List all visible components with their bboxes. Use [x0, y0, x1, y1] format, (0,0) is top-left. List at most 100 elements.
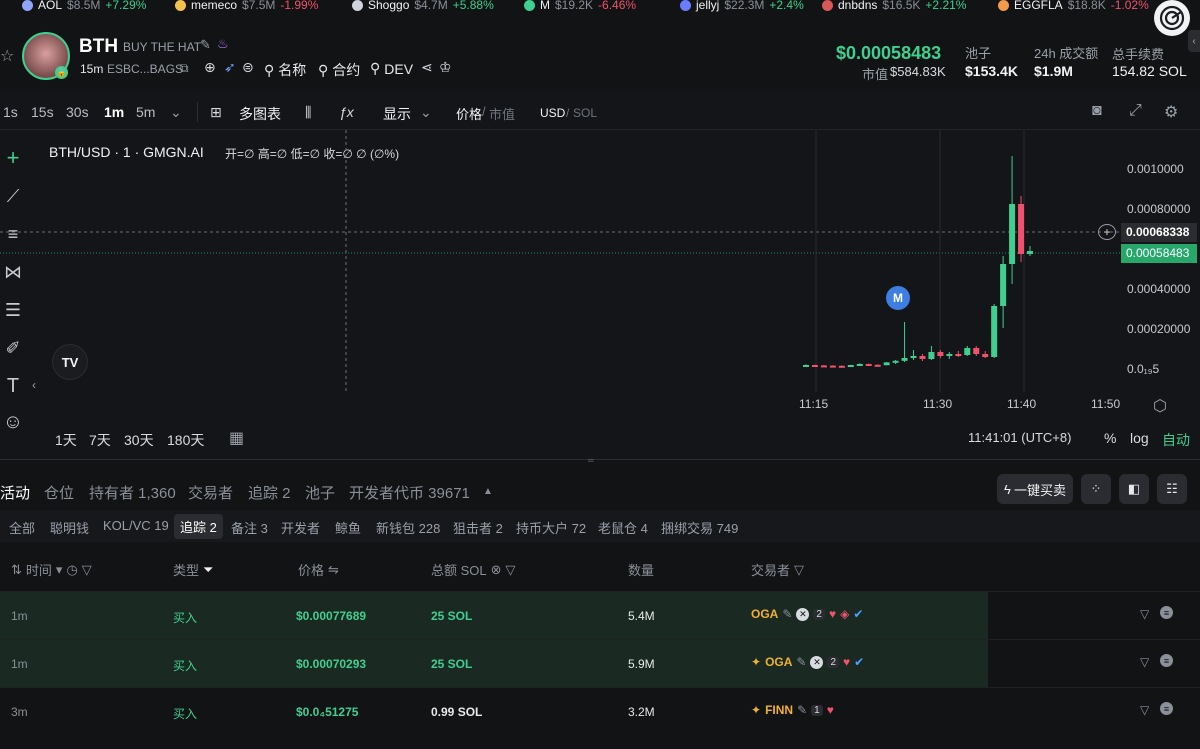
bubble-icon[interactable]: ⁘ — [1081, 474, 1111, 504]
crown-icon[interactable]: ♔ — [439, 59, 452, 76]
log-toggle[interactable]: log — [1130, 430, 1149, 446]
chevron-down-icon[interactable]: ⌄ — [170, 104, 182, 121]
trader-cell[interactable]: OGA ✎ ✕ 2 ♥ ◈ ✔ — [751, 607, 863, 621]
ticker-item[interactable]: M $19.2K -6.46% — [524, 0, 636, 12]
subtab-kol[interactable]: KOL/VC 19 — [103, 518, 169, 533]
x-social-icon[interactable]: ✕ — [796, 607, 810, 621]
total-header[interactable]: 总额 SOL ⊗ ▽ — [431, 560, 516, 579]
display-button[interactable]: 显示 — [383, 104, 411, 124]
edit-icon[interactable]: ✎ — [200, 37, 211, 53]
quick-buy-button[interactable]: ϟ 一键买卖 — [997, 474, 1073, 504]
share-icon[interactable]: ⋖ — [421, 59, 433, 76]
filter-icon[interactable]: ▽ — [82, 562, 92, 578]
interval-15s[interactable]: 15s — [31, 104, 54, 120]
swap-icon[interactable]: ⇋ — [328, 562, 339, 578]
ticker-item[interactable]: Shoggo $4.7M +5.88% — [352, 0, 494, 12]
subtab-tracking[interactable]: 追踪 2 — [174, 514, 223, 539]
range-1d[interactable]: 1天 — [55, 430, 77, 450]
time-header[interactable]: ⇅ 时间 ▾ ◷ ▽ — [11, 560, 92, 579]
settings-icon[interactable]: ⚙ — [1164, 102, 1178, 122]
multi-chart-button[interactable]: 多图表 — [239, 104, 281, 124]
search-contract-link[interactable]: ⚲ 合约 — [318, 60, 360, 80]
trader-name[interactable]: OGA — [751, 607, 778, 621]
feather-icon[interactable]: ➶ — [224, 59, 236, 76]
tab-activity[interactable]: 活动 — [0, 482, 30, 503]
tab-tracking[interactable]: 追踪 2 — [248, 482, 291, 503]
filter-icon[interactable]: ▽ — [794, 562, 804, 578]
search-name-link[interactable]: ⚲ 名称 — [264, 60, 306, 80]
edit-icon[interactable]: ✎ — [797, 703, 807, 717]
edit-icon[interactable]: ✎ — [782, 607, 792, 621]
subtab-notes[interactable]: 备注 3 — [231, 518, 268, 537]
table-row[interactable]: 3m 买入 $0.0₄51275 0.99 SOL 3.2M ✦ FINN ✎ 1 ♥ ▽ ≡ — [0, 687, 1200, 735]
x-social-icon[interactable]: ✕ — [810, 655, 824, 669]
trader-cell[interactable]: ✦ OGA ✎ ✕ 2 ♥ ✔ — [751, 655, 864, 669]
camera-icon[interactable]: ◙ — [1092, 102, 1102, 120]
emoji-icon[interactable]: ☺ — [0, 408, 26, 436]
more-icon[interactable]: ≡ — [1160, 606, 1173, 619]
favorite-star-icon[interactable]: ☆ — [0, 46, 14, 66]
type-header[interactable]: 类型 ⏷ — [173, 560, 213, 579]
table-row[interactable]: 1m 买入 $0.00070293 25 SOL 5.9M ✦ OGA ✎ ✕ 2 ♥ ✔ ▽ ≡ — [0, 639, 1200, 687]
auto-toggle[interactable]: 自动 — [1162, 430, 1190, 450]
filter-icon[interactable]: ▽ — [1140, 607, 1149, 621]
currency-icon[interactable]: ⊗ — [491, 562, 502, 578]
candlestick-chart[interactable] — [0, 130, 1120, 392]
chevron-up-icon[interactable]: ▲ — [483, 486, 493, 497]
interval-1s[interactable]: 1s — [3, 104, 18, 120]
chevron-down-icon[interactable]: ⌄ — [420, 104, 432, 121]
filter-icon[interactable]: ⏷ — [203, 562, 213, 578]
ticker-item[interactable]: jellyj $22.3M +2.4% — [680, 0, 804, 12]
subtab-all[interactable]: 全部 — [9, 518, 35, 537]
edit-icon[interactable]: ✎ — [796, 655, 806, 669]
filter-icon[interactable]: ▽ — [1140, 655, 1149, 669]
more-icon[interactable]: ≡ — [1160, 702, 1173, 715]
interval-30s[interactable]: 30s — [66, 104, 89, 120]
subtab-bundles[interactable]: 捆绑交易 749 — [661, 518, 738, 537]
copy-icon[interactable]: ⧉ — [180, 61, 189, 76]
ticker-item[interactable]: dnbdns $16.5K +2.21% — [822, 0, 966, 12]
add-chart-icon[interactable]: ⊞ — [210, 104, 222, 121]
resize-handle[interactable]: ═ — [588, 456, 594, 465]
search-dev-link[interactable]: ⚲ DEV — [370, 60, 413, 77]
filter-icon[interactable]: ▽ — [1140, 703, 1149, 717]
fullscreen-icon[interactable]: ⤢ — [1129, 102, 1142, 120]
trader-cell[interactable]: ✦ FINN ✎ 1 ♥ — [751, 703, 834, 717]
subtab-insiders[interactable]: 老鼠仓 4 — [598, 518, 648, 537]
percent-toggle[interactable]: % — [1104, 430, 1116, 446]
usd-toggle[interactable]: USD — [540, 106, 565, 120]
range-30d[interactable]: 30天 — [124, 430, 154, 450]
tab-dev-tokens[interactable]: 开发者代币 39671 — [349, 482, 470, 503]
price-header[interactable]: 价格 ⇋ — [298, 560, 339, 579]
sol-toggle[interactable]: SOL — [573, 106, 597, 120]
axis-settings-icon[interactable]: ⬡ — [1153, 396, 1167, 416]
list-settings-icon[interactable]: ☷ — [1157, 474, 1187, 504]
indicators-icon[interactable]: ƒx — [339, 104, 354, 120]
subtab-dev[interactable]: 开发者 — [281, 518, 320, 537]
add-alert-icon[interactable]: + — [1098, 224, 1116, 240]
subtab-snipers[interactable]: 狙击者 2 — [453, 518, 503, 537]
dev-marker[interactable]: M — [886, 286, 910, 310]
interval-1m[interactable]: 1m — [104, 104, 124, 120]
price-toggle[interactable]: 价格 — [456, 104, 482, 123]
menu-circle-icon[interactable]: ⊜ — [242, 59, 254, 76]
tab-traders[interactable]: 交易者 — [188, 482, 233, 503]
table-row[interactable]: 1m 买入 $0.00077689 25 SOL 5.4M OGA ✎ ✕ 2 ♥ ◈ ✔ ▽ ≡ — [0, 591, 1200, 639]
trader-header[interactable]: 交易者 ▽ — [751, 560, 804, 579]
tab-positions[interactable]: 仓位 — [44, 482, 74, 503]
range-180d[interactable]: 180天 — [167, 430, 204, 450]
mcap-toggle[interactable]: 市值 — [489, 104, 515, 123]
subtab-new-wallets[interactable]: 新钱包 228 — [376, 518, 440, 537]
trader-name[interactable]: FINN — [765, 703, 793, 717]
interval-5m[interactable]: 5m — [136, 104, 155, 120]
globe-icon[interactable]: ⊕ — [204, 59, 216, 76]
tradingview-logo[interactable]: TV — [52, 344, 88, 380]
calendar-icon[interactable]: ▦ — [229, 428, 244, 448]
trader-name[interactable]: OGA — [765, 655, 792, 669]
tab-pool[interactable]: 池子 — [305, 482, 335, 503]
more-icon[interactable]: ≡ — [1160, 654, 1173, 667]
layout-panel-icon[interactable]: ◧ — [1119, 474, 1149, 504]
candle-style-icon[interactable]: ⫼ — [305, 104, 311, 121]
ticker-item[interactable]: AOL $8.5M +7.29% — [22, 0, 146, 12]
ticker-item[interactable]: EGGFLA $18.8K -1.02% — [998, 0, 1149, 12]
